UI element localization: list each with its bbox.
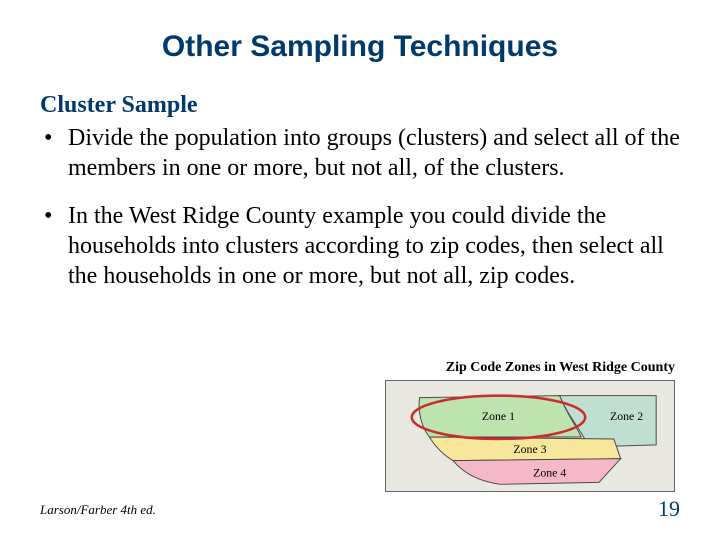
bullet-item: Divide the population into groups (clust…	[40, 123, 680, 183]
zone-label: Zone 1	[482, 409, 515, 423]
zip-code-map-icon: Zone 1 Zone 2 Zone 3 Zone 4	[392, 386, 668, 488]
figure-title: Zip Code Zones in West Ridge County	[385, 360, 675, 376]
page-number: 19	[658, 496, 680, 522]
footer-credit: Larson/Farber 4th ed.	[40, 502, 156, 518]
zone-label: Zone 4	[533, 465, 566, 479]
section-subtitle: Cluster Sample	[40, 92, 680, 119]
zone-label: Zone 3	[513, 442, 546, 456]
figure: Zip Code Zones in West Ridge County Zone…	[385, 360, 675, 492]
zone-label: Zone 2	[610, 409, 643, 423]
bullet-list: Divide the population into groups (clust…	[40, 123, 680, 291]
bullet-item: In the West Ridge County example you cou…	[40, 201, 680, 291]
page-title: Other Sampling Techniques	[40, 30, 680, 64]
slide: Other Sampling Techniques Cluster Sample…	[0, 0, 720, 540]
map-container: Zone 1 Zone 2 Zone 3 Zone 4	[385, 380, 675, 492]
